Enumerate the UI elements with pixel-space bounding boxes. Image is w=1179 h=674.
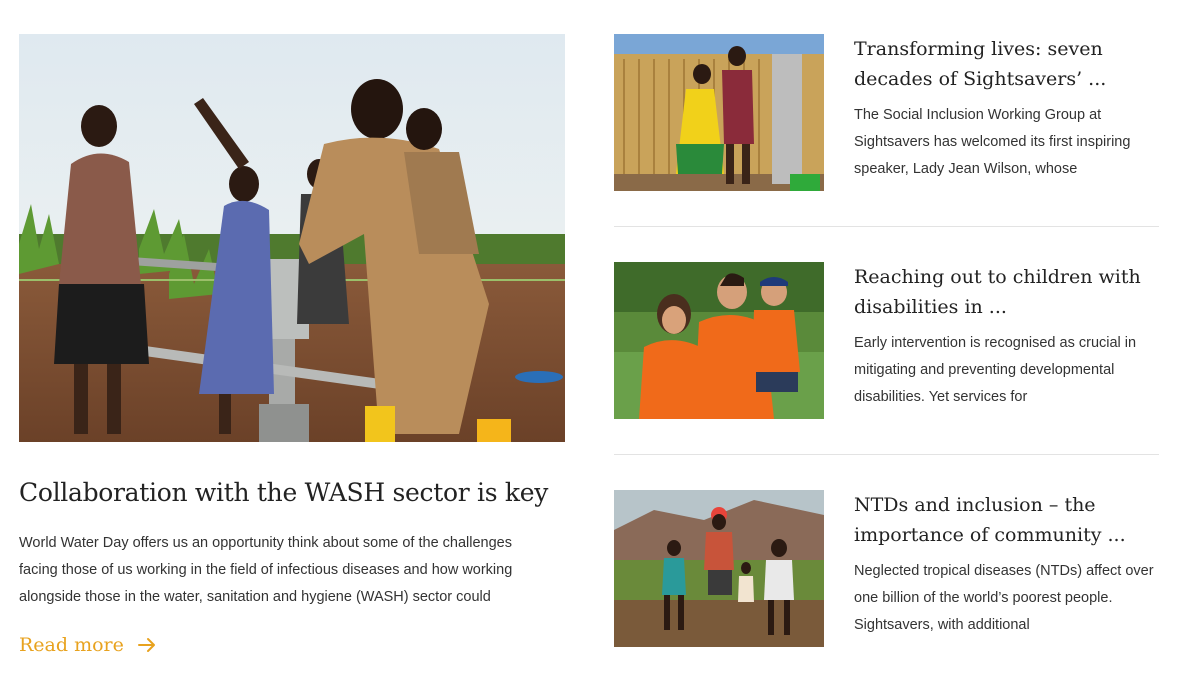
card-title[interactable]: Reaching out to children with disabiliti… [854, 262, 1164, 322]
featured-title[interactable]: Collaboration with the WASH sector is ke… [19, 476, 565, 510]
article-card: Transforming lives: seven decades of Sig… [614, 34, 1159, 191]
card-text: NTDs and inclusion – the importance of c… [854, 490, 1164, 639]
article-card: Reaching out to children with disabiliti… [614, 262, 1159, 419]
card-text: Reaching out to children with disabiliti… [854, 262, 1164, 411]
divider [614, 226, 1159, 227]
card-image[interactable] [614, 262, 824, 419]
arrow-right-icon [137, 638, 155, 652]
card-excerpt: The Social Inclusion Working Group at Si… [854, 107, 1131, 177]
featured-article: Collaboration with the WASH sector is ke… [19, 34, 565, 656]
card-text: Transforming lives: seven decades of Sig… [854, 34, 1164, 183]
blog-listing: Collaboration with the WASH sector is ke… [0, 0, 1179, 674]
read-more-link[interactable]: Read more [19, 634, 156, 656]
featured-excerpt: World Water Day offers us an opportunity… [19, 535, 513, 605]
card-title[interactable]: Transforming lives: seven decades of Sig… [854, 34, 1164, 94]
read-more-label: Read more [19, 634, 124, 656]
card-image[interactable] [614, 490, 824, 647]
featured-image[interactable] [19, 34, 565, 442]
divider [614, 454, 1159, 455]
card-title[interactable]: NTDs and inclusion – the importance of c… [854, 490, 1164, 550]
card-excerpt: Neglected tropical diseases (NTDs) affec… [854, 563, 1154, 633]
card-image[interactable] [614, 34, 824, 191]
article-card: NTDs and inclusion – the importance of c… [614, 490, 1159, 647]
card-excerpt: Early intervention is recognised as cruc… [854, 335, 1137, 405]
